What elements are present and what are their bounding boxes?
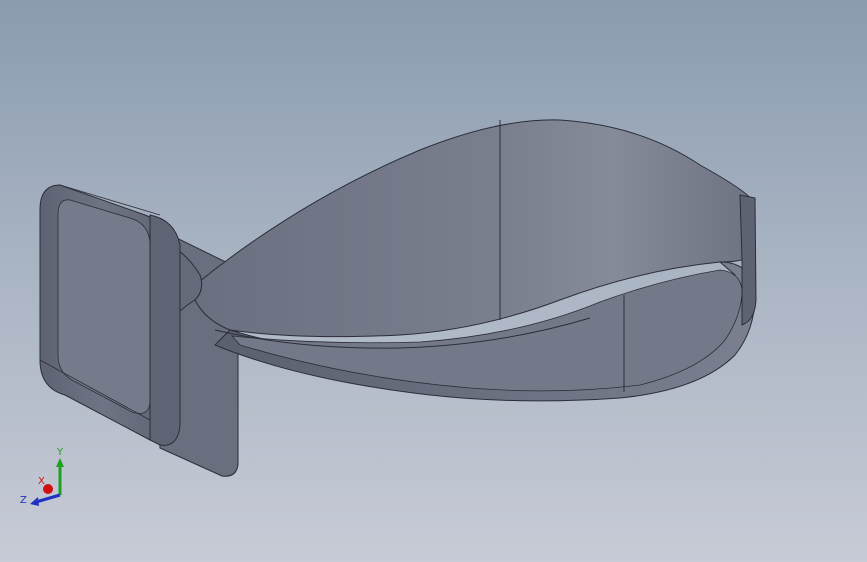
z-axis-label: Z xyxy=(20,495,27,506)
x-axis-label: X xyxy=(38,476,45,487)
part-model[interactable] xyxy=(0,0,867,562)
axis-triad: Y X Z xyxy=(18,440,78,510)
graphics-viewport[interactable]: Y X Z xyxy=(0,0,867,562)
y-axis-label: Y xyxy=(56,447,64,458)
clip-band-end xyxy=(739,194,757,326)
mount-block-side xyxy=(149,214,181,446)
z-axis-line xyxy=(35,493,61,504)
